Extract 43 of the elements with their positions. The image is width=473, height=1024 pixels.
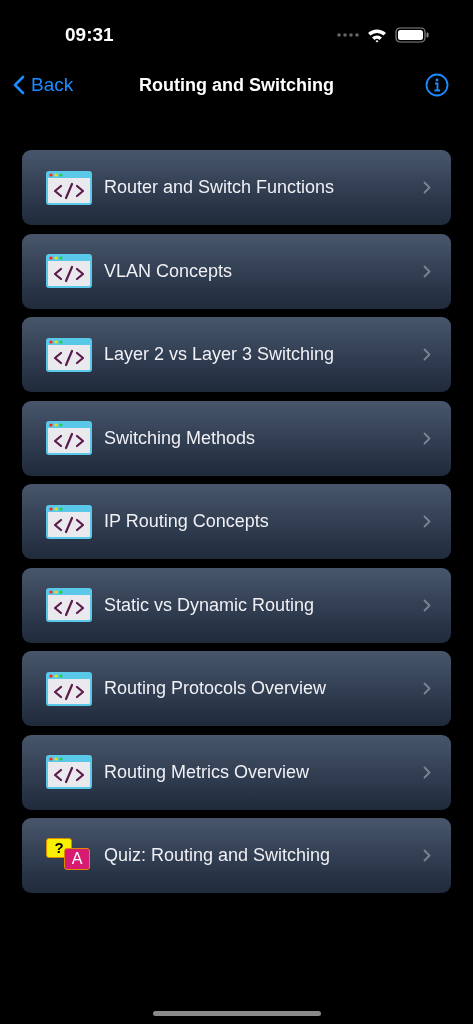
code-window-icon bbox=[46, 170, 92, 205]
code-window-icon bbox=[46, 671, 92, 706]
chevron-right-icon bbox=[423, 181, 431, 194]
topic-label: Quiz: Routing and Switching bbox=[104, 844, 332, 867]
topic-label: IP Routing Concepts bbox=[104, 510, 270, 533]
code-window-icon bbox=[46, 755, 92, 789]
chevron-right-icon bbox=[423, 515, 431, 528]
topic-label: Layer 2 vs Layer 3 Switching bbox=[104, 343, 336, 366]
wifi-icon bbox=[367, 27, 387, 43]
chevron-right-icon bbox=[423, 431, 431, 445]
code-window-icon bbox=[46, 421, 92, 455]
chevron-right-icon bbox=[423, 765, 431, 779]
code-window-icon bbox=[46, 254, 92, 288]
chevron-right-icon bbox=[423, 598, 431, 612]
back-button[interactable]: Back bbox=[13, 70, 74, 100]
chevron-right-icon bbox=[423, 682, 431, 695]
info-icon[interactable] bbox=[425, 73, 449, 97]
topic-label: Static vs Dynamic Routing bbox=[104, 593, 316, 617]
topic-label: Routing Metrics Overview bbox=[104, 760, 311, 784]
status-time: 09:31 bbox=[65, 22, 114, 47]
topic-row[interactable]: Switching Methods bbox=[22, 400, 451, 476]
back-chevron-icon bbox=[13, 75, 25, 95]
code-window-icon bbox=[46, 588, 92, 622]
battery-icon bbox=[395, 27, 429, 43]
topic-row[interactable]: IP Routing Concepts bbox=[22, 484, 451, 559]
topic-label: Routing Protocols Overview bbox=[104, 677, 328, 700]
chevron-right-icon bbox=[423, 849, 431, 862]
topic-row[interactable]: Static vs Dynamic Routing bbox=[22, 567, 451, 643]
topic-label: Switching Methods bbox=[104, 426, 257, 450]
topic-row[interactable]: VLAN Concepts bbox=[22, 233, 451, 309]
topic-label: VLAN Concepts bbox=[104, 259, 234, 283]
topic-row[interactable]: Routing Metrics Overview bbox=[22, 734, 451, 810]
topic-row[interactable]: Routing Protocols Overview bbox=[22, 651, 451, 726]
nav-title: Routing and Switching bbox=[139, 73, 334, 97]
topic-label: Router and Switch Functions bbox=[104, 176, 336, 199]
code-window-icon bbox=[46, 504, 92, 539]
code-window-icon bbox=[46, 337, 92, 372]
chevron-right-icon bbox=[423, 264, 431, 278]
topic-row[interactable]: Layer 2 vs Layer 3 Switching bbox=[22, 317, 451, 392]
signal-dots-icon bbox=[337, 33, 359, 37]
chevron-right-icon bbox=[423, 348, 431, 361]
topic-row[interactable]: Router and Switch Functions bbox=[22, 150, 451, 225]
topic-row[interactable]: ? A Quiz: Routing and Switching bbox=[22, 818, 451, 893]
